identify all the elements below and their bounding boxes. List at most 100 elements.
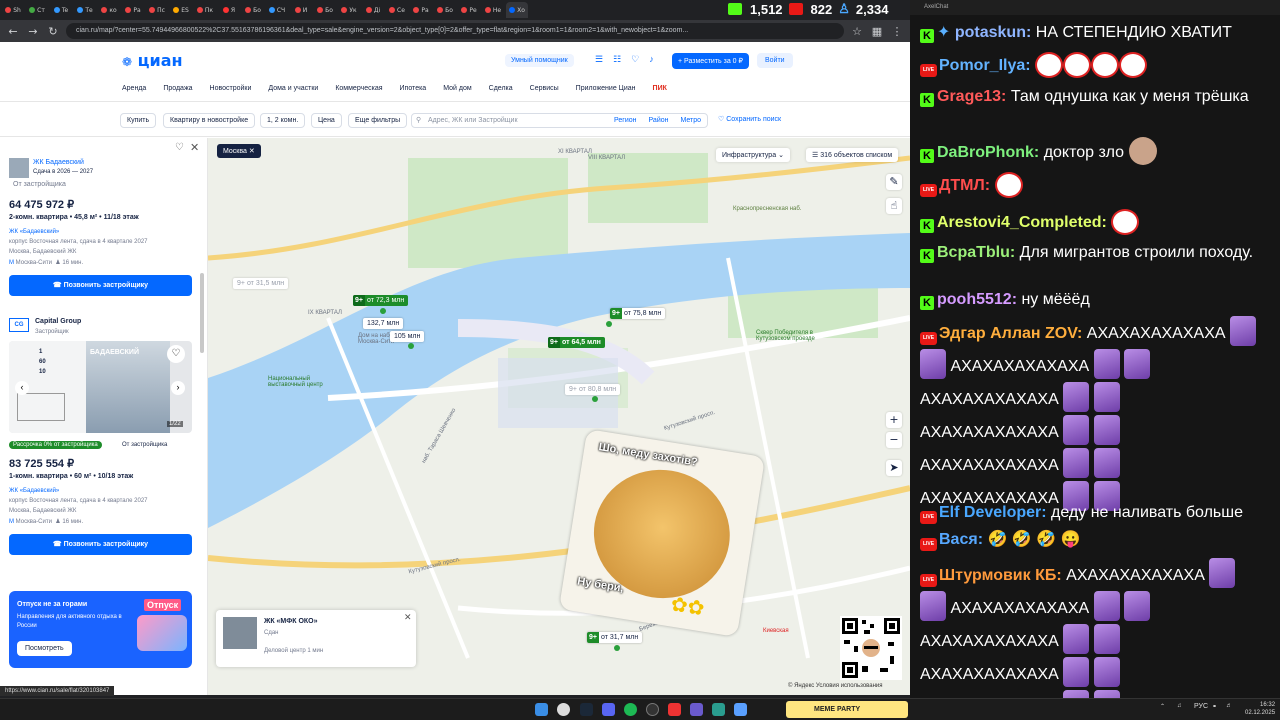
start-icon[interactable] (535, 703, 548, 716)
extensions-icon[interactable]: ▦ (870, 25, 884, 38)
map-price-pin[interactable]: 132,7 млн (363, 318, 404, 329)
browser-tab[interactable]: Те (74, 2, 96, 18)
browser-tab[interactable]: Ре (458, 2, 480, 18)
menu-icon[interactable]: ⋮ (890, 25, 904, 38)
listing-photo[interactable]: 1 60 10 БАДАЕВСКИЙ ‹ › ♡ 1/22 (9, 341, 192, 433)
call-developer-button-2[interactable]: ☎ Позвонить застройщику (9, 534, 192, 555)
map-price-pin[interactable]: 9+ от 75,8 млн (610, 308, 666, 319)
promo-banner[interactable]: Отпуск не за горами Направления для акти… (9, 591, 192, 668)
map-dot[interactable] (592, 396, 598, 402)
call-developer-button[interactable]: ☎ Позвонить застройщику (9, 275, 192, 296)
map-price-pin[interactable]: 9+ от 31,7 млн (587, 632, 643, 643)
close-icon[interactable]: ✕ (249, 148, 255, 155)
nav-item[interactable]: Продажа (163, 85, 192, 92)
browser-tab[interactable]: Пк (194, 2, 216, 18)
nav-item[interactable]: Сделка (489, 85, 513, 92)
geolocation-icon[interactable]: ➤ (886, 460, 902, 476)
nav-item[interactable]: Ипотека (400, 85, 427, 92)
browser-tab[interactable]: Я (218, 2, 240, 18)
filter-rooms[interactable]: 1, 2 комн. (260, 113, 306, 128)
bookmark-star-icon[interactable]: ☆ (850, 25, 864, 38)
forward-icon[interactable]: → (26, 25, 40, 38)
meme-party-widget[interactable]: MEME PARTY (786, 701, 908, 718)
map-dot[interactable] (380, 308, 386, 314)
popup-close-icon[interactable]: ✕ (404, 612, 412, 623)
photo-prev-icon[interactable]: ‹ (15, 381, 29, 395)
search-input[interactable]: ⚲ Адрес, ЖК или Застройщик Регион Район … (411, 113, 708, 128)
complex-popup-card[interactable]: ЖК «МФК ОКО» Сдан Деловой центр 1 мин ✕ (216, 610, 416, 667)
promo-button[interactable]: Посмотреть (17, 641, 72, 656)
lang-indicator[interactable]: РУС (1194, 703, 1208, 710)
reload-icon[interactable]: ↻ (46, 25, 60, 38)
login-button[interactable]: Войти (757, 53, 793, 68)
browser-tab[interactable]: И (290, 2, 312, 18)
nav-item-pik[interactable]: ПИК (653, 85, 667, 92)
close-icon[interactable]: ✕ (190, 141, 199, 154)
browser-tab[interactable]: Sh (2, 2, 24, 18)
map-dot[interactable] (614, 645, 620, 651)
discord-icon[interactable] (602, 703, 615, 716)
browser-tab[interactable]: Ук (338, 2, 360, 18)
browser-tab[interactable]: Пс (146, 2, 168, 18)
district-link[interactable]: Район (648, 117, 668, 124)
filter-newbuild[interactable]: Квартиру в новостройке (163, 113, 256, 128)
place-ad-button[interactable]: + Разместить за 0 ₽ (672, 53, 749, 69)
listing-jk[interactable]: ЖК «Бадаевский» (9, 229, 59, 235)
nav-item[interactable]: Приложение Циан (576, 85, 636, 92)
chat-icon[interactable]: ☰ (595, 54, 603, 65)
location-chip[interactable]: Москва ✕ (217, 144, 261, 158)
url-field[interactable]: cian.ru/map/?center=55.74944966800522%2C… (66, 23, 844, 39)
map-copyright[interactable]: © Яндекс Условия использования (788, 683, 883, 689)
assistant-button[interactable]: Умный помощник (505, 54, 574, 67)
mic-icon[interactable]: ♫ (1177, 703, 1182, 709)
favorites-heart-icon[interactable]: ♡ (631, 54, 639, 65)
bell-icon[interactable]: ♪ (649, 54, 654, 65)
browser-tab[interactable]: Бо (314, 2, 336, 18)
nav-item[interactable]: Новостройки (210, 85, 252, 92)
map-price-pin[interactable]: 105 млн (390, 331, 425, 342)
chrome-icon[interactable] (557, 703, 570, 716)
obs-icon[interactable] (646, 703, 659, 716)
filter-price[interactable]: Цена (311, 113, 342, 128)
browser-tab[interactable]: Ра (122, 2, 144, 18)
browser-tab[interactable]: ES (170, 2, 192, 18)
region-link[interactable]: Регион (614, 117, 636, 124)
map-price-pin[interactable]: 9+ от 80,8 млн (565, 384, 621, 395)
photo-next-icon[interactable]: › (171, 381, 185, 395)
back-icon[interactable]: ← (6, 25, 20, 38)
spotify-icon[interactable] (624, 703, 637, 716)
wifi-icon[interactable]: ⚭ (1212, 703, 1217, 710)
listing-jk-2[interactable]: ЖК «Бадаевский» (9, 488, 59, 494)
steam-icon[interactable] (580, 703, 593, 716)
map-price-pin[interactable]: 9+ от 31,5 млн (233, 278, 289, 289)
map-price-pin[interactable]: 9+ от 72,3 млн (353, 295, 409, 306)
nav-item[interactable]: Сервисы (530, 85, 559, 92)
draw-area-icon[interactable]: ☝ (886, 198, 902, 214)
map[interactable]: ХІ КВАРТАЛ IX КВАРТАЛ VIII КВАРТАЛ Красн… (208, 138, 910, 695)
listing-price[interactable]: 64 475 972 ₽ (9, 198, 74, 211)
nav-item[interactable]: Мой дом (443, 85, 471, 92)
app-icon[interactable] (668, 703, 681, 716)
photo-favorite-icon[interactable]: ♡ (167, 345, 185, 363)
zoom-out-icon[interactable]: − (886, 432, 902, 448)
browser-tab-active[interactable]: Хо (506, 2, 528, 18)
map-dot[interactable] (606, 321, 612, 327)
ruler-icon[interactable]: ✎ (886, 174, 902, 190)
metro-link[interactable]: Метро (680, 117, 701, 124)
favorite-heart-icon[interactable]: ♡ (175, 142, 184, 153)
volume-icon[interactable]: ♬ (1226, 703, 1232, 709)
app-icon[interactable] (690, 703, 703, 716)
browser-tab[interactable]: СЧ (266, 2, 288, 18)
infrastructure-dropdown[interactable]: Инфраструктура ⌄ (716, 148, 790, 162)
cian-logo[interactable]: ❁ циан (122, 51, 183, 70)
nav-item[interactable]: Коммерческая (335, 85, 382, 92)
objects-list-button[interactable]: ☰ 316 объектов списком (806, 148, 899, 162)
browser-tab[interactable]: ко (98, 2, 120, 18)
browser-tab[interactable]: Бо (242, 2, 264, 18)
save-search-button[interactable]: ♡ Сохранить поиск (718, 115, 781, 123)
browser-tab[interactable]: Ра (410, 2, 432, 18)
filter-more[interactable]: Еще фильтры (348, 113, 408, 128)
map-price-pin-selected[interactable]: 9+ от 64,5 млн (548, 337, 605, 348)
browser-tab[interactable]: Ст (26, 2, 48, 18)
map-dot[interactable] (408, 343, 414, 349)
